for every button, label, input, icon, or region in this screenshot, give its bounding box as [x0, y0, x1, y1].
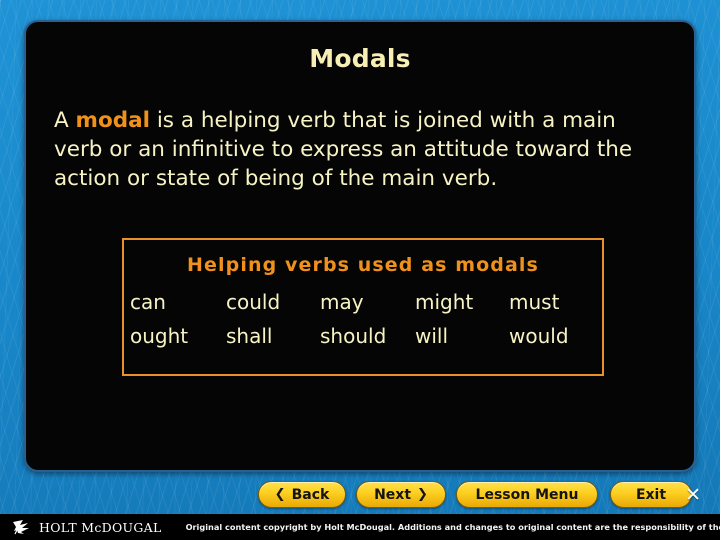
exit-button-label: Exit — [635, 486, 667, 503]
page-title: Modals — [309, 44, 411, 73]
back-button[interactable]: ❮ Back — [258, 481, 346, 508]
close-icon: ✕ — [685, 484, 701, 506]
next-button[interactable]: Next ❯ — [356, 481, 446, 508]
modals-table-heading: Helping verbs used as modals — [187, 254, 539, 276]
modal-word: might — [415, 290, 474, 314]
brand-name: HOLT McDOUGAL — [39, 519, 162, 535]
chevron-right-icon: ❯ — [417, 487, 428, 502]
lesson-menu-button-label: Lesson Menu — [475, 486, 579, 503]
modal-word: will — [415, 324, 449, 348]
back-button-label: Back — [291, 486, 330, 503]
modal-word: shall — [226, 324, 273, 348]
modal-word: could — [226, 290, 281, 314]
lesson-menu-button[interactable]: Lesson Menu — [456, 481, 598, 508]
table-row: ought shall should will would — [124, 324, 602, 348]
keyword-modal: modal — [75, 108, 150, 133]
modal-word: would — [509, 324, 569, 348]
modal-word: must — [509, 290, 560, 314]
modals-table-box: Helping verbs used as modals can could m… — [122, 238, 604, 376]
body-text-before: A — [54, 108, 76, 133]
chevron-left-icon: ❮ — [274, 487, 286, 502]
body-paragraph: A modal is a helping verb that is joined… — [54, 106, 666, 193]
navigation-bar: ❮ Back Next ❯ Lesson Menu Exit ✕ — [0, 481, 720, 511]
modal-word: can — [130, 290, 166, 314]
next-button-label: Next — [374, 486, 412, 503]
content-panel: Modals A modal is a helping verb that is… — [24, 20, 696, 472]
table-row: can could may might must — [124, 290, 602, 314]
copyright-text: Original content copyright by Holt McDou… — [185, 522, 720, 532]
modal-word: should — [320, 324, 387, 348]
slide-root: Modals A modal is a helping verb that is… — [0, 0, 720, 540]
modal-word: ought — [130, 324, 189, 348]
holt-mcdougal-logo-icon — [13, 520, 29, 535]
exit-button[interactable]: Exit ✕ — [610, 481, 701, 508]
modal-word: may — [320, 290, 364, 314]
footer-bar: HOLT McDOUGAL Original content copyright… — [0, 514, 720, 540]
